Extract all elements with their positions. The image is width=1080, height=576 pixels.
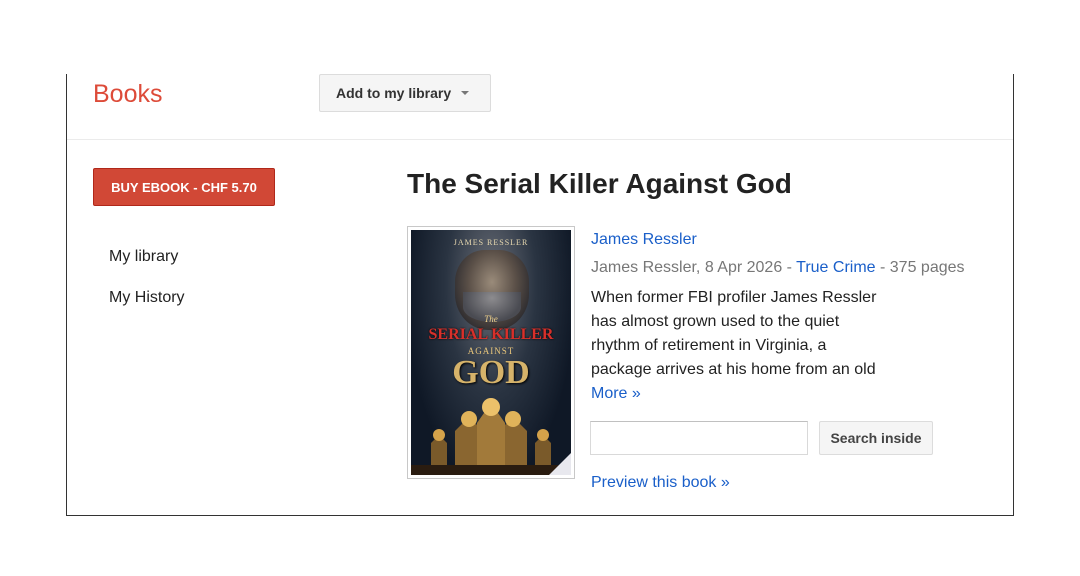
page-curl-icon	[549, 453, 571, 475]
publication-info: James Ressler, 8 Apr 2026 - True Crime -…	[591, 259, 965, 277]
cover-title-the: The	[484, 314, 498, 324]
cover-title-god: GOD	[452, 354, 530, 391]
sidebar-item-my-history[interactable]: My History	[109, 289, 185, 307]
search-inside-input[interactable]	[590, 421, 808, 455]
book-description: When former FBI profiler James Ressler h…	[591, 286, 901, 382]
description-line: has almost grown used to the quiet	[591, 313, 840, 330]
book-cover[interactable]: JAMES RESSLER The SERIAL KILLER AGAINST …	[407, 226, 575, 479]
cover-image: JAMES RESSLER The SERIAL KILLER AGAINST …	[411, 230, 571, 475]
description-line: package arrives at his home from an old	[591, 361, 876, 378]
buy-ebook-button[interactable]: BUY EBOOK - CHF 5.70	[93, 168, 275, 206]
search-inside-button[interactable]: Search inside	[819, 421, 933, 455]
books-panel: Books Add to my library BUY EBOOK - CHF …	[66, 74, 1014, 516]
book-title: The Serial Killer Against God	[407, 168, 792, 199]
sidebar-item-my-library[interactable]: My library	[109, 248, 178, 266]
preview-book-link[interactable]: Preview this book »	[591, 474, 730, 492]
cathedral-illustration	[411, 398, 571, 475]
chevron-down-icon	[461, 91, 470, 95]
books-logo[interactable]: Books	[93, 80, 162, 109]
page-count: - 375 pages	[875, 259, 965, 276]
genre-link[interactable]: True Crime	[796, 259, 875, 276]
cover-title-serial-killer: SERIAL KILLER	[428, 326, 554, 343]
description-line: When former FBI profiler James Ressler	[591, 289, 877, 306]
add-to-library-button[interactable]: Add to my library	[319, 74, 491, 112]
add-to-library-label: Add to my library	[336, 85, 452, 101]
description-line: rhythm of retirement in Virginia, a	[591, 337, 827, 354]
header-bar: Books Add to my library	[67, 74, 1013, 140]
more-link[interactable]: More »	[591, 385, 641, 403]
author-link[interactable]: James Ressler	[591, 231, 697, 249]
publisher-date: James Ressler, 8 Apr 2026 -	[591, 259, 797, 276]
cover-author-text: JAMES RESSLER	[453, 238, 529, 247]
